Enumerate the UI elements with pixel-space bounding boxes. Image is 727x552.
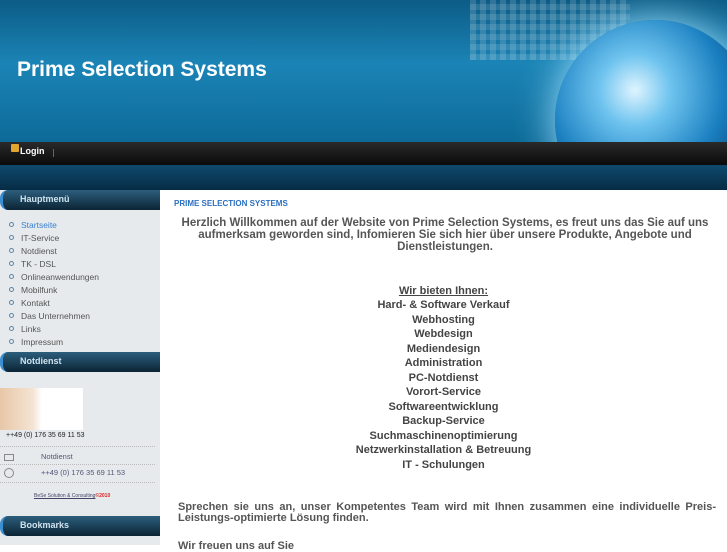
site-title: Prime Selection Systems [17,58,267,81]
menu-item[interactable]: Mobilfunk [9,283,160,296]
login-link[interactable]: Login [11,144,45,156]
offer-item: Softwareentwicklung [388,400,499,413]
bullet-icon [9,326,14,331]
menu-item[interactable]: TK - DSL [9,257,160,270]
offer-item: Netzwerkinstallation & Betreuung [355,444,532,456]
offer-item: Webdesign [414,328,473,340]
header-banner: Prime Selection Systems [0,0,727,142]
menu-item-label: Links [21,323,41,334]
top-navbar [0,142,727,165]
menu-item-label: IT-Service [21,232,60,243]
bullet-icon [9,235,14,240]
menu-item-label: Onlineanwendungen [21,271,99,282]
support-photo [0,388,83,430]
menu-item-label: Startseite [21,219,57,230]
offer-list: Hard- & Software Verkauf Webhosting Webdes… [160,299,727,473]
menu-item-label: Notdienst [21,245,57,256]
menu-item[interactable]: IT-Service [9,231,160,244]
bullet-icon [9,287,14,292]
phone-number-2: ++49 (0) 176 35 69 11 53 [41,468,126,477]
login-label: Login [20,146,45,156]
menu-item-label: Das Unternehmen [21,310,90,321]
notdienst-title: Notdienst [0,352,160,372]
bullet-icon [9,300,14,305]
offer-item: Mediendesign [406,342,481,355]
offer-title: Wir bieten Ihnen: [398,285,489,297]
sidebar: Hauptmenü Startseite IT-Service Notdienst T… [0,190,160,545]
offer-item: IT - Schulungen [402,458,485,471]
offer-item: Suchmaschinenoptimierung [369,429,518,442]
closing-text: Wir freuen uns auf Sie [178,540,295,552]
credit-link[interactable]: BeSe Solution & Consulting [34,493,95,499]
bullet-icon [9,248,14,253]
main-menu: Startseite IT-Service Notdienst TK - DSL Onl… [0,210,160,348]
bullet-icon [9,222,14,227]
main-menu-title: Hauptmenü [0,190,160,210]
menu-item[interactable]: Das Unternehmen [9,309,160,322]
credit-year: ©2010 [95,493,111,499]
offer-item: PC-Notdienst [408,371,479,384]
menu-item[interactable]: Notdienst [9,244,160,257]
contact-text: Sprechen sie uns an, unser Kompetentes T… [178,501,716,524]
menu-item[interactable]: Kontakt [9,296,160,309]
bullet-icon [9,261,14,266]
menu-item[interactable]: Startseite [9,218,160,231]
nav-divider [53,149,54,157]
menu-item-label: Kontakt [21,297,50,308]
bullet-icon [9,274,14,279]
menu-item[interactable]: Links [9,322,160,335]
breadcrumb: PRIME SELECTION SYSTEMS [174,199,288,208]
menu-item-label: TK - DSL [21,258,56,269]
menu-item-label: Impressum [21,336,64,347]
offer-item: Administration [404,357,483,369]
lock-icon [11,144,19,152]
offer-item: Vorort-Service [406,386,481,398]
bookmarks-title: Bookmarks [0,516,160,536]
offer-item: Backup-Service [402,415,485,427]
phone-number: ++49 (0) 176 35 69 11 53 [6,432,85,439]
bullet-icon [9,339,14,344]
mail-icon [4,454,14,461]
menu-item[interactable]: Impressum [9,335,160,348]
menu-item-label: Mobilfunk [21,284,58,295]
offer-item: Hard- & Software Verkauf [377,299,510,311]
main-content: PRIME SELECTION SYSTEMS Herzlich Willkom… [160,190,727,552]
welcome-text: Herzlich Willkommen auf der Website von … [181,217,709,253]
info-icon [4,468,14,478]
header-strip [0,165,727,190]
menu-item[interactable]: Onlineanwendungen [9,270,160,283]
notdienst-email-link[interactable]: Notdienst [41,452,73,461]
offer-item: Webhosting [412,313,475,326]
bullet-icon [9,313,14,318]
